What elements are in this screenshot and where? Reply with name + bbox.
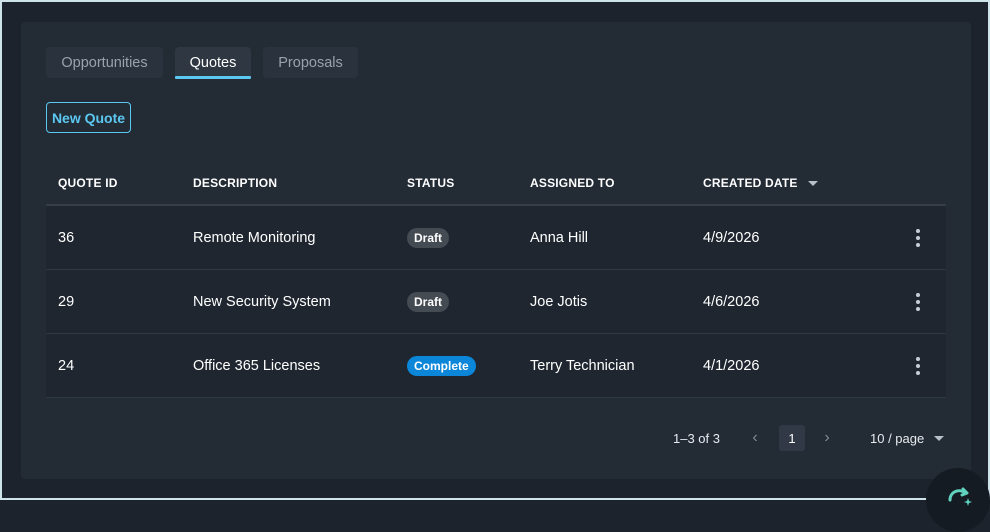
column-header-quote-id[interactable]: QUOTE ID: [58, 162, 118, 204]
assigned-to-cell: Joe Jotis: [530, 293, 588, 310]
column-label: ASSIGNED TO: [530, 176, 615, 190]
status-cell: Draft: [407, 206, 450, 269]
tab-proposals[interactable]: Proposals: [263, 47, 358, 78]
column-header-created-date[interactable]: CREATED DATE: [703, 162, 818, 204]
description-cell: New Security System: [193, 293, 331, 310]
column-label: CREATED DATE: [703, 176, 798, 190]
row-menu-button[interactable]: [906, 334, 930, 397]
column-label: STATUS: [407, 176, 455, 190]
status-badge: Complete: [407, 355, 476, 376]
column-label: DESCRIPTION: [193, 176, 278, 190]
assigned-to-cell: Anna Hill: [530, 229, 589, 246]
column-header-status[interactable]: STATUS: [407, 162, 454, 204]
quotes-panel: Opportunities Quotes Proposals New Quote…: [21, 22, 971, 479]
table-row[interactable]: 36 Remote Monitoring Draft Anna Hill 4/9…: [46, 206, 946, 270]
status-cell: Complete: [407, 334, 476, 397]
table-row[interactable]: 24 Office 365 Licenses Complete Terry Te…: [46, 334, 946, 398]
created-date-cell: 4/1/2026: [703, 357, 760, 374]
page-size-select[interactable]: 10 / page: [870, 428, 945, 448]
next-page-chevron-right-icon[interactable]: ›: [820, 429, 834, 446]
created-date-cell: 4/9/2026: [703, 229, 760, 246]
chevron-down-icon: [934, 435, 945, 441]
table-row[interactable]: 29 New Security System Draft Joe Jotis 4…: [46, 270, 946, 334]
kebab-icon: [916, 356, 920, 375]
refresh-sparkle-icon: [948, 487, 972, 506]
column-header-assigned-to[interactable]: ASSIGNED TO: [530, 162, 615, 204]
quote-id-cell: 24: [58, 357, 75, 374]
quote-id-cell: 29: [58, 293, 75, 310]
status-badge: Draft: [407, 227, 450, 248]
column-label: QUOTE ID: [58, 176, 118, 190]
pagination-range: 1–3 of 3: [673, 430, 720, 446]
page-size-label: 10 / page: [870, 430, 925, 446]
tab-quotes[interactable]: Quotes: [175, 47, 251, 79]
kebab-icon: [916, 228, 920, 247]
prev-page-chevron-left-icon[interactable]: ‹: [748, 429, 762, 446]
app-frame: Opportunities Quotes Proposals New Quote…: [0, 0, 990, 532]
sort-caret-down-icon[interactable]: [807, 180, 818, 186]
kebab-icon: [916, 292, 920, 311]
description-cell: Office 365 Licenses: [193, 357, 321, 374]
floating-action-button[interactable]: [926, 468, 990, 532]
description-cell: Remote Monitoring: [193, 229, 316, 246]
table-header: QUOTE ID DESCRIPTION STATUS ASSIGNED TO …: [46, 162, 946, 206]
row-menu-button[interactable]: [906, 270, 930, 333]
new-quote-button[interactable]: New Quote: [46, 102, 131, 133]
quotes-table: QUOTE ID DESCRIPTION STATUS ASSIGNED TO …: [46, 162, 946, 398]
status-cell: Draft: [407, 270, 450, 333]
row-menu-button[interactable]: [906, 206, 930, 269]
quote-id-cell: 36: [58, 229, 75, 246]
page-number-button[interactable]: 1: [779, 425, 805, 451]
assigned-to-cell: Terry Technician: [530, 357, 635, 374]
status-badge: Draft: [407, 291, 450, 312]
created-date-cell: 4/6/2026: [703, 293, 760, 310]
column-header-description[interactable]: DESCRIPTION: [193, 162, 277, 204]
tab-opportunities[interactable]: Opportunities: [46, 47, 163, 78]
